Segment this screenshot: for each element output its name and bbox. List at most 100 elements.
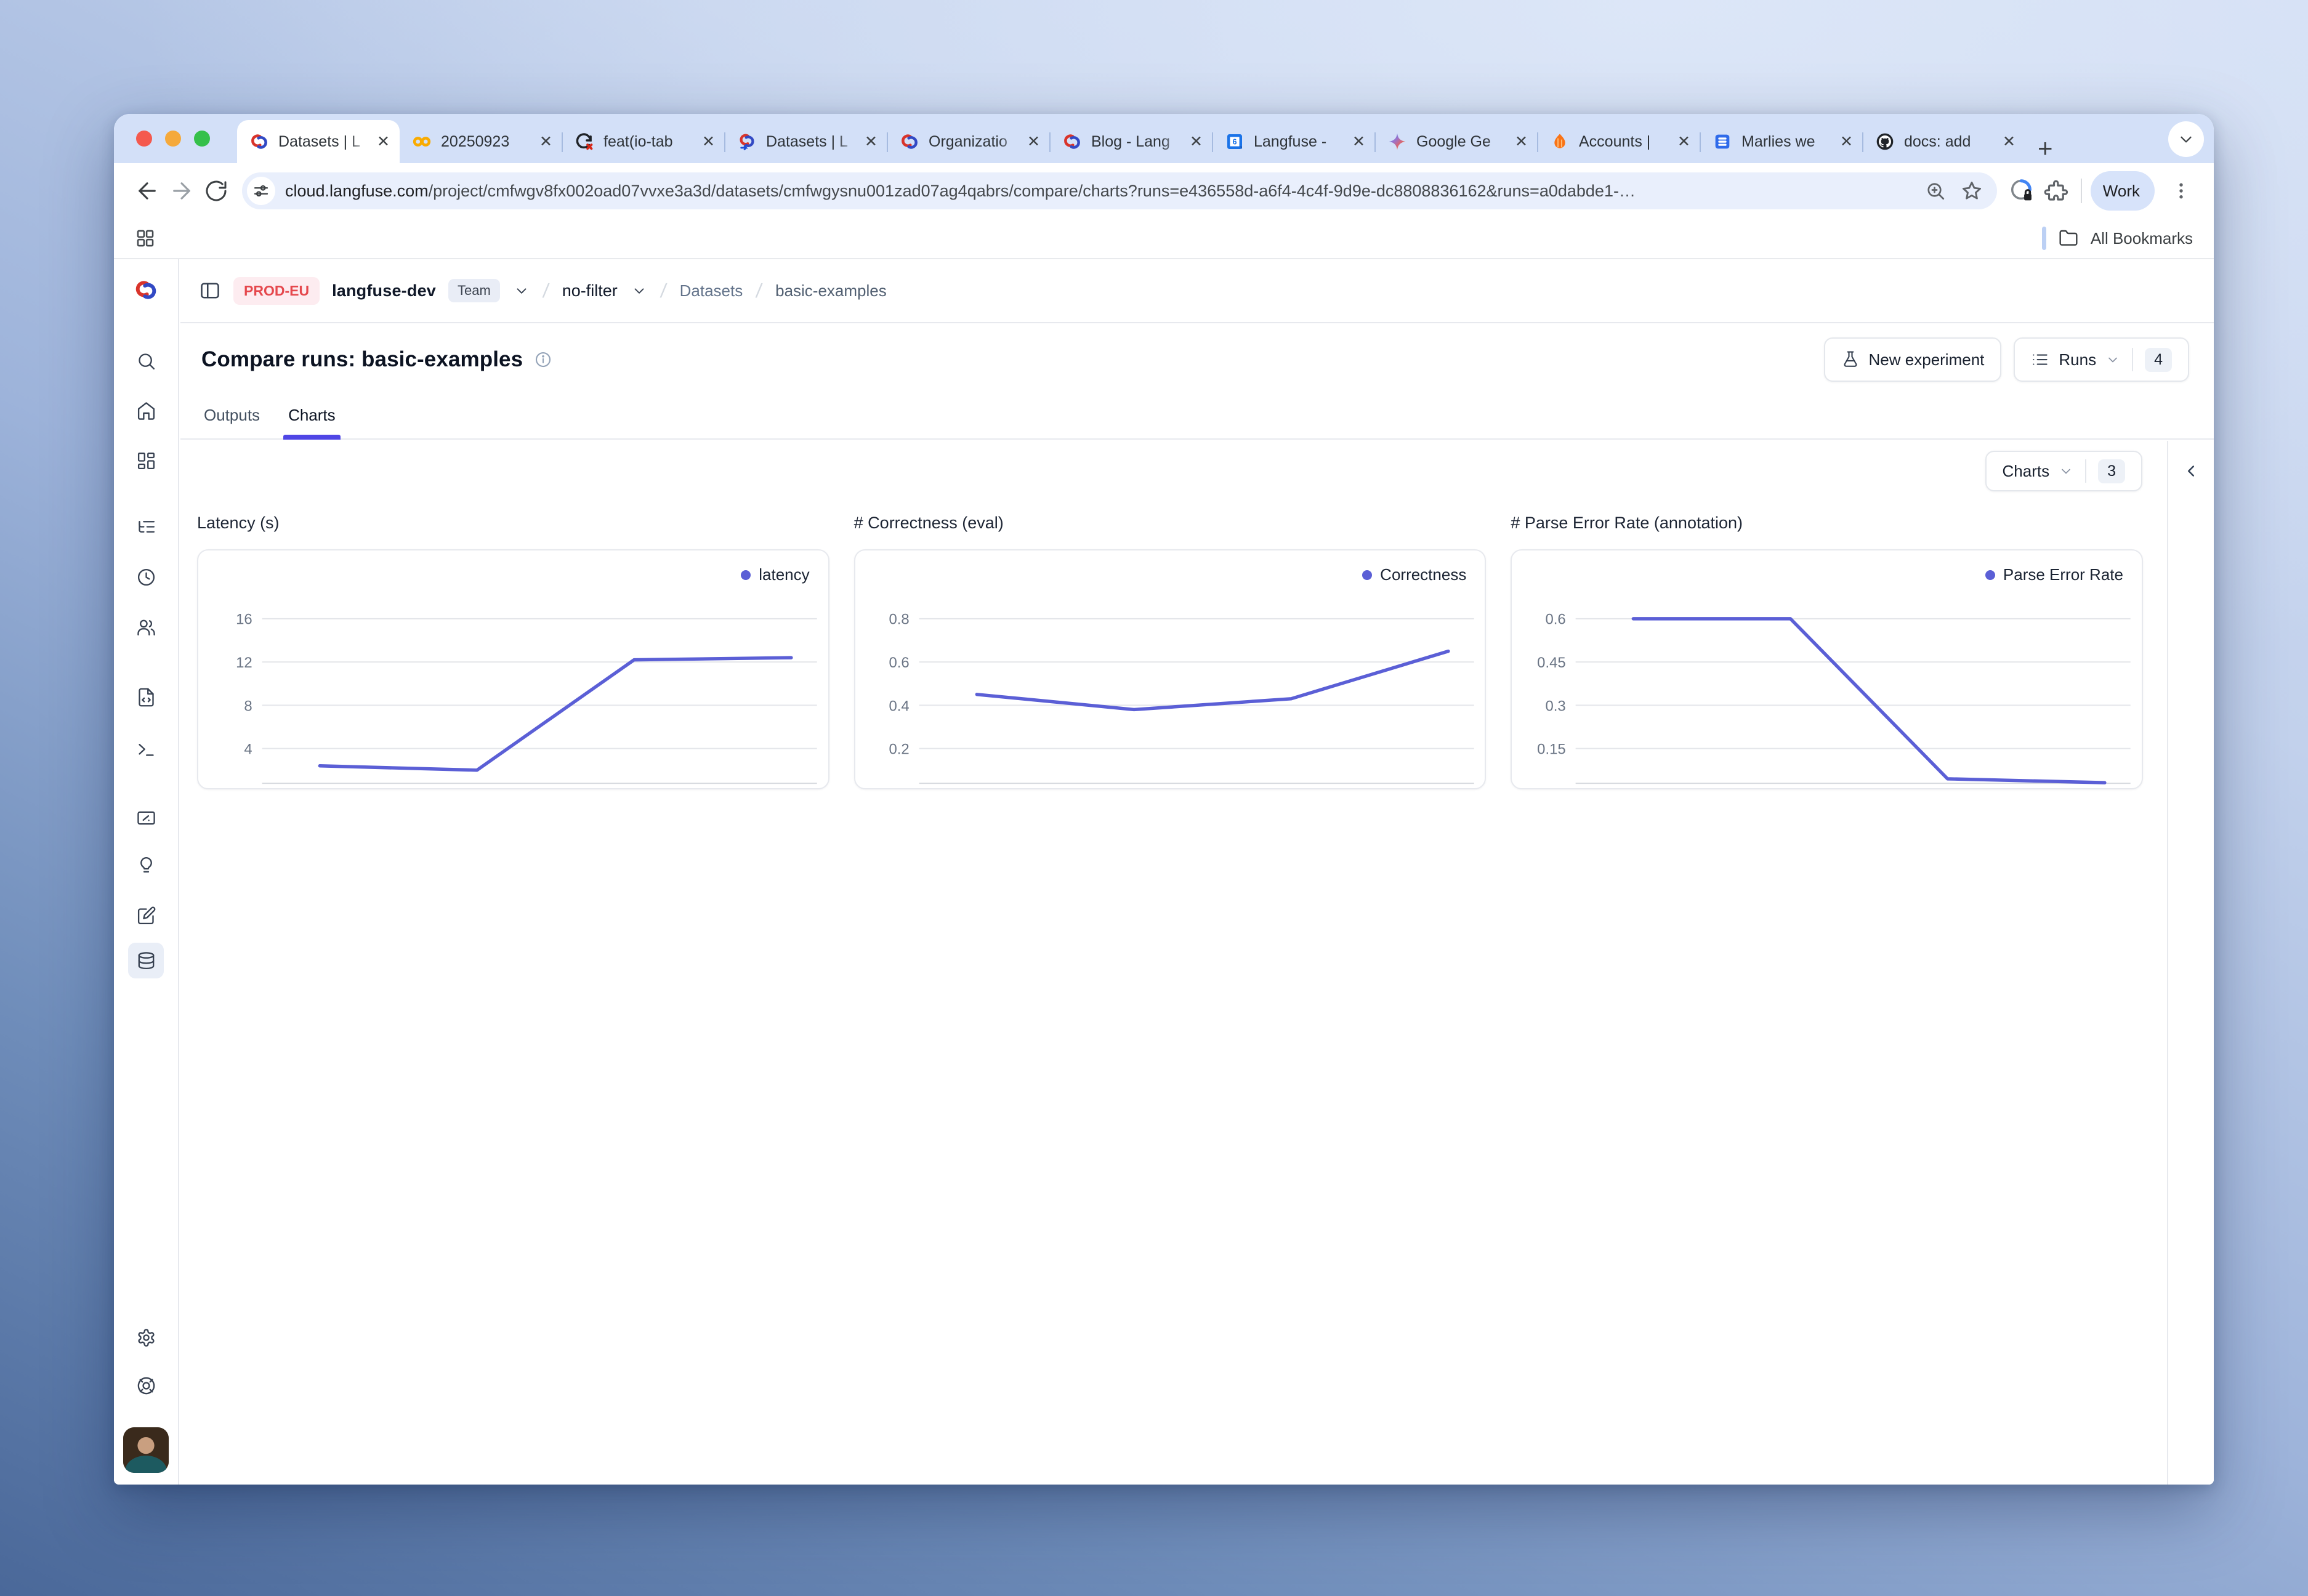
tab-title: Langfuse - bbox=[1254, 133, 1346, 151]
breadcrumb: PROD-EU langfuse-dev Team / no-filter / … bbox=[180, 259, 2214, 323]
close-icon[interactable]: ✕ bbox=[1352, 134, 1365, 150]
sidebar-item-prompts[interactable] bbox=[128, 679, 164, 715]
panel-toggle-icon[interactable] bbox=[199, 280, 221, 302]
legend-dot bbox=[1362, 570, 1372, 580]
breadcrumb-current-dataset[interactable]: basic-examples bbox=[775, 281, 887, 300]
sidebar-item-settings[interactable] bbox=[128, 1320, 164, 1355]
close-icon[interactable]: ✕ bbox=[2003, 134, 2015, 150]
legend-label: Correctness bbox=[1380, 565, 1466, 584]
flask-icon bbox=[1841, 350, 1860, 369]
close-icon[interactable]: ✕ bbox=[865, 134, 878, 150]
browser-tab-gemini[interactable]: Google Ge ✕ bbox=[1375, 120, 1538, 163]
browser-tab-datasets-2[interactable]: Datasets | L ✕ bbox=[725, 120, 887, 163]
right-panel-strip bbox=[2167, 441, 2214, 1485]
line-chart-correctness: 0.80.60.40.2 bbox=[855, 550, 1485, 788]
charts-dropdown-button[interactable]: Charts 3 bbox=[1985, 451, 2142, 491]
chevron-down-icon bbox=[2059, 464, 2073, 478]
sidebar-item-annotation[interactable] bbox=[128, 898, 164, 933]
sidebar-item-search[interactable] bbox=[128, 343, 164, 379]
bookmark-star-icon[interactable] bbox=[1960, 179, 1983, 203]
sidebar-item-insights[interactable] bbox=[128, 847, 164, 883]
legend-dot bbox=[741, 570, 751, 580]
browser-tab-github-docs[interactable]: docs: add ✕ bbox=[1863, 120, 2025, 163]
tab-title: Datasets | L bbox=[278, 133, 371, 151]
tab-outputs[interactable]: Outputs bbox=[204, 405, 260, 438]
sidebar-item-evaluators[interactable] bbox=[128, 800, 164, 836]
close-icon[interactable]: ✕ bbox=[702, 134, 715, 150]
reload-button[interactable] bbox=[199, 174, 233, 208]
sidebar-rail bbox=[114, 259, 179, 1485]
chart-card: latency 161284 bbox=[197, 549, 829, 789]
project-name[interactable]: no-filter bbox=[562, 281, 618, 300]
sidebar-item-sessions[interactable] bbox=[128, 559, 164, 595]
user-avatar[interactable] bbox=[123, 1427, 169, 1473]
browser-tab-github-pr[interactable]: feat(io-tab ✕ bbox=[562, 120, 725, 163]
forward-button[interactable] bbox=[164, 174, 199, 208]
close-icon[interactable]: ✕ bbox=[1515, 134, 1528, 150]
browser-tab-blog[interactable]: Blog - Lang ✕ bbox=[1050, 120, 1213, 163]
maximize-window-button[interactable] bbox=[194, 131, 210, 147]
svg-text:0.3: 0.3 bbox=[1546, 698, 1566, 714]
sidebar-item-users[interactable] bbox=[128, 609, 164, 645]
browser-tab-datasets-active[interactable]: Datasets | L ✕ bbox=[237, 120, 400, 163]
close-icon[interactable]: ✕ bbox=[1190, 134, 1203, 150]
profile-chip[interactable]: Work bbox=[2091, 171, 2155, 211]
chevron-down-icon bbox=[2177, 130, 2195, 148]
github-favicon-icon bbox=[1875, 132, 1895, 151]
browser-window: Datasets | L ✕ 20250923 ✕ feat(io-tab ✕ … bbox=[114, 114, 2214, 1485]
chart-correctness: # Correctness (eval) Correctness 0.80.60… bbox=[854, 514, 1487, 789]
langfuse-logo[interactable] bbox=[132, 278, 160, 305]
extensions-puzzle-icon[interactable] bbox=[2039, 174, 2072, 208]
apps-grid-icon[interactable] bbox=[135, 228, 156, 249]
close-window-button[interactable] bbox=[136, 131, 152, 147]
sidebar-item-datasets[interactable] bbox=[128, 943, 164, 978]
sidebar-item-dashboards[interactable] bbox=[128, 443, 164, 478]
close-icon[interactable]: ✕ bbox=[1840, 134, 1853, 150]
site-settings-icon[interactable] bbox=[247, 177, 275, 205]
close-icon[interactable]: ✕ bbox=[1677, 134, 1690, 150]
close-icon[interactable]: ✕ bbox=[377, 134, 390, 150]
sidebar-item-tracing[interactable] bbox=[128, 509, 164, 544]
minimize-window-button[interactable] bbox=[165, 131, 181, 147]
chart-parse-error-rate: # Parse Error Rate (annotation) Parse Er… bbox=[1511, 514, 2143, 789]
profile-label: Work bbox=[2103, 182, 2140, 201]
new-experiment-button[interactable]: New experiment bbox=[1824, 337, 2002, 382]
chevron-down-icon[interactable] bbox=[631, 283, 647, 299]
all-bookmarks[interactable]: All Bookmarks bbox=[2042, 227, 2193, 250]
sidebar-item-support[interactable] bbox=[128, 1368, 164, 1403]
new-tab-button[interactable]: + bbox=[2038, 134, 2053, 163]
tab-charts[interactable]: Charts bbox=[288, 405, 336, 438]
collapse-panel-icon[interactable] bbox=[2182, 462, 2200, 480]
browser-tab-marlies[interactable]: Marlies we ✕ bbox=[1700, 120, 1863, 163]
info-icon[interactable] bbox=[534, 350, 552, 369]
runs-count-badge: 4 bbox=[2145, 348, 2172, 372]
tab-search-button[interactable] bbox=[2168, 121, 2204, 157]
breadcrumb-datasets-link[interactable]: Datasets bbox=[680, 281, 743, 300]
life-buoy-icon bbox=[136, 1376, 156, 1396]
organization-name[interactable]: langfuse-dev bbox=[332, 281, 436, 300]
close-icon[interactable]: ✕ bbox=[539, 134, 552, 150]
extension-lock-icon[interactable] bbox=[2006, 174, 2039, 208]
address-bar[interactable]: cloud.langfuse.com/project/cmfwgv8fx002o… bbox=[242, 172, 1997, 209]
chevron-down-icon[interactable] bbox=[514, 283, 530, 299]
sidebar-item-home[interactable] bbox=[128, 393, 164, 429]
gemini-favicon-icon bbox=[1387, 132, 1407, 151]
sidebar-item-playground[interactable] bbox=[128, 732, 164, 767]
browser-tab-colab[interactable]: 20250923 ✕ bbox=[400, 120, 562, 163]
browser-menu-button[interactable] bbox=[2165, 174, 2198, 208]
browser-tabs: Datasets | L ✕ 20250923 ✕ feat(io-tab ✕ … bbox=[237, 114, 2214, 163]
browser-tab-calendar[interactable]: 6 Langfuse - ✕ bbox=[1213, 120, 1375, 163]
toolbar-divider bbox=[2081, 179, 2082, 203]
browser-tab-accounts[interactable]: Accounts | ✕ bbox=[1538, 120, 1700, 163]
langfuse-app: PROD-EU langfuse-dev Team / no-filter / … bbox=[114, 259, 2214, 1485]
github-pr-favicon-icon bbox=[575, 132, 594, 151]
breadcrumb-separator: / bbox=[541, 280, 550, 302]
back-button[interactable] bbox=[130, 174, 164, 208]
url-text[interactable]: cloud.langfuse.com/project/cmfwgv8fx002o… bbox=[285, 182, 1911, 201]
chart-title: # Correctness (eval) bbox=[854, 514, 1487, 533]
zoom-page-icon[interactable] bbox=[1924, 180, 1947, 202]
runs-dropdown-button[interactable]: Runs 4 bbox=[2014, 337, 2189, 382]
close-icon[interactable]: ✕ bbox=[1027, 134, 1040, 150]
browser-tab-organization[interactable]: Organizatio ✕ bbox=[887, 120, 1050, 163]
environment-badge[interactable]: PROD-EU bbox=[233, 277, 320, 305]
